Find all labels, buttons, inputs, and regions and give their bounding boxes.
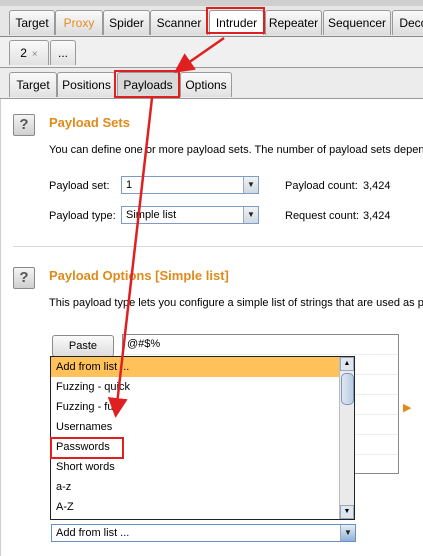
dropdown-option-fuzzing-quick[interactable]: Fuzzing - quick [51,377,354,397]
payload-sets-title: Payload Sets [49,115,130,130]
list-item[interactable]: @#$% [123,335,398,355]
help-icon[interactable]: ? [13,267,35,289]
dropdown-option-uppercase-az[interactable]: A-Z [51,497,354,517]
attack-tab-bar: 2 × ... [0,37,423,68]
scroll-up-icon[interactable]: ▲ [340,357,354,371]
tab-sequencer[interactable]: Sequencer [323,10,391,35]
dropdown-option-add-from-list[interactable]: Add from list ... [51,357,354,377]
dropdown-option-usernames[interactable]: Usernames [51,417,354,437]
arrow-right-icon: ▶ [403,402,412,414]
request-count-label: Request count: [285,210,359,222]
dropdown-option-short-words[interactable]: Short words [51,457,354,477]
dropdown-scrollbar[interactable]: ▲ ▼ [339,357,354,519]
help-icon[interactable]: ? [13,114,35,136]
scroll-thumb[interactable] [341,373,354,405]
payload-sets-description: You can define one or more payload sets.… [49,144,423,156]
tab-intruder-target[interactable]: Target [9,72,57,97]
tab-repeater[interactable]: Repeater [265,10,322,35]
new-tab-button[interactable]: ... [50,40,76,65]
chevron-down-icon: ▼ [243,207,258,223]
tab-scanner[interactable]: Scanner [150,10,208,35]
payload-type-value: Simple list [126,209,177,221]
dropdown-option-lowercase-az[interactable]: a-z [51,477,354,497]
payload-count-value: 3,424 [363,180,391,192]
payload-set-select[interactable]: 1 ▼ [121,176,259,194]
highlight-passwords-option [50,437,124,459]
payload-set-label: Payload set: [49,180,110,192]
payload-type-label: Payload type: [49,210,116,222]
tab-target[interactable]: Target [9,10,55,35]
add-from-list-select[interactable]: Add from list ... ▼ [51,524,356,542]
request-count-value: 3,424 [363,210,391,222]
add-from-list-value: Add from list ... [56,527,130,539]
chevron-down-icon: ▼ [243,177,258,193]
payload-type-select[interactable]: Simple list ▼ [121,206,259,224]
intruder-tab-bar: Target Positions Payloads Options [0,68,423,99]
tab-decoder[interactable]: Decc [392,10,423,35]
attack-tab[interactable]: 2 × [9,40,49,65]
highlight-payloads-tab [114,70,180,98]
highlight-intruder-tab [206,7,265,34]
chevron-down-icon: ▼ [340,525,355,541]
scroll-down-icon[interactable]: ▼ [340,505,354,519]
section-divider [13,246,423,247]
dropdown-option-fuzzing-full[interactable]: Fuzzing - full [51,397,354,417]
payload-options-title: Payload Options [Simple list] [49,268,229,283]
payload-set-value: 1 [126,179,133,191]
tab-positions[interactable]: Positions [57,72,116,97]
payload-options-description: This payload type lets you configure a s… [49,297,423,309]
payload-count-label: Payload count: [285,180,358,192]
tab-spider[interactable]: Spider [103,10,150,35]
tab-options[interactable]: Options [180,72,232,97]
paste-button[interactable]: Paste [52,335,114,357]
attack-tab-label: 2 [20,46,27,60]
close-icon[interactable]: × [32,49,38,60]
tab-proxy[interactable]: Proxy [55,10,103,35]
